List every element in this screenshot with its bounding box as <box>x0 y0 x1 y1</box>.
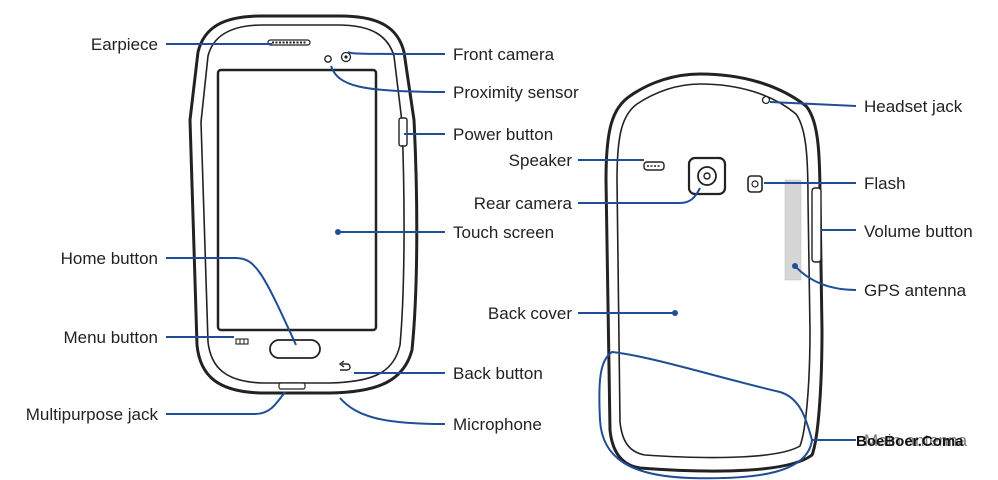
label-flash: Flash <box>864 174 906 193</box>
label-touch-screen: Touch screen <box>453 223 554 242</box>
multipurpose-jack-port <box>278 382 306 390</box>
power-button-side <box>398 117 408 147</box>
label-multipurpose-jack: Multipurpose jack <box>26 405 159 424</box>
volume-button-side <box>811 187 822 263</box>
label-headset-jack: Headset jack <box>864 97 963 116</box>
label-back-button: Back button <box>453 364 543 383</box>
label-volume-button: Volume button <box>864 222 973 241</box>
speaker-grille <box>643 161 665 171</box>
proximity-sensor <box>324 55 332 63</box>
label-home-button: Home button <box>61 249 158 268</box>
menu-key-icon <box>235 338 249 345</box>
headset-jack-port <box>761 95 771 105</box>
label-earpiece: Earpiece <box>91 35 158 54</box>
back-phone-illustration <box>598 72 824 480</box>
phone-layout-diagram: Earpiece Front camera Proximity sensor P… <box>26 14 973 480</box>
front-touch-screen <box>216 68 378 332</box>
label-proximity-sensor: Proximity sensor <box>453 83 579 102</box>
label-front-camera: Front camera <box>453 45 555 64</box>
label-rear-camera: Rear camera <box>474 194 573 213</box>
main-antenna-outline <box>598 350 814 480</box>
label-menu-button: Menu button <box>63 328 158 347</box>
flash-led <box>747 175 763 193</box>
back-key-icon <box>338 360 351 371</box>
label-gps-antenna: GPS antenna <box>864 281 967 300</box>
label-microphone: Microphone <box>453 415 542 434</box>
watermark-text: BoeBoer.Coma <box>856 433 964 450</box>
label-power-button: Power button <box>453 125 553 144</box>
rear-camera-housing <box>687 156 727 196</box>
label-back-cover: Back cover <box>488 304 572 323</box>
earpiece-grille <box>267 39 311 46</box>
label-speaker: Speaker <box>509 151 573 170</box>
back-cover-panel <box>616 83 811 459</box>
